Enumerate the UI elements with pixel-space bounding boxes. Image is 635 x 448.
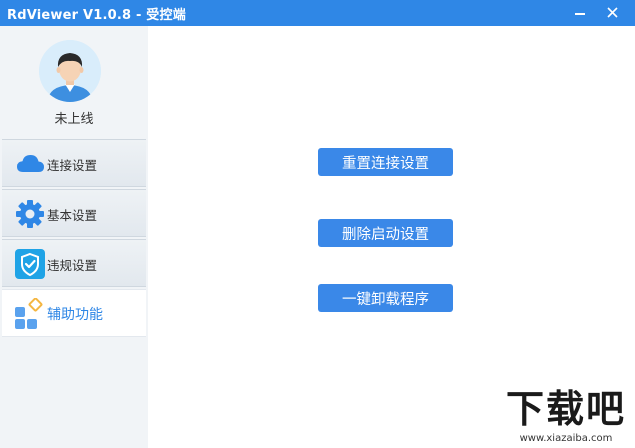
- sidebar-item-violation-settings[interactable]: 违规设置: [2, 239, 146, 287]
- connection-status: 未上线: [54, 112, 94, 127]
- gear-icon: [16, 200, 44, 228]
- avatar: [39, 40, 101, 102]
- watermark-text: 下载吧: [505, 387, 626, 431]
- sidebar-item-label: 基本设置: [47, 208, 98, 223]
- sidebar-item-label: 违规设置: [47, 258, 98, 273]
- sidebar-item-label: 连接设置: [47, 158, 98, 173]
- delete-startup-settings-button[interactable]: 删除启动设置: [318, 219, 453, 247]
- watermark-logo: 下载吧 www.xiazaiba.com: [500, 388, 632, 446]
- close-icon: [606, 6, 618, 18]
- sidebar-item-connection-settings[interactable]: 连接设置: [2, 139, 146, 187]
- sidebar-item-basic-settings[interactable]: 基本设置: [2, 189, 146, 237]
- close-button[interactable]: [598, 1, 626, 23]
- minimize-icon: [575, 13, 585, 15]
- reset-connection-settings-button[interactable]: 重置连接设置: [318, 148, 453, 176]
- minimize-button[interactable]: [566, 1, 594, 23]
- cloud-icon: [17, 155, 44, 172]
- user-avatar-icon: [39, 40, 101, 102]
- shield-check-icon: [15, 249, 45, 279]
- main-panel: 重置连接设置 删除启动设置 一键卸载程序: [148, 26, 635, 448]
- sidebar: 未上线 连接设置 基本设置 违规设置 辅助功能: [0, 26, 149, 448]
- sidebar-item-auxiliary-functions[interactable]: 辅助功能: [2, 289, 146, 337]
- window-title: RdViewer V1.0.8 - 受控端: [7, 8, 186, 23]
- watermark-url: www.xiazaiba.com: [519, 433, 613, 444]
- uninstall-program-button[interactable]: 一键卸载程序: [318, 284, 453, 312]
- app-window: RdViewer V1.0.8 - 受控端 未上线 连接设置 基本设置 违规设置…: [0, 0, 635, 448]
- title-bar[interactable]: RdViewer V1.0.8 - 受控端: [0, 0, 635, 26]
- apps-grid-icon: [15, 298, 43, 329]
- sidebar-item-label: 辅助功能: [47, 307, 103, 323]
